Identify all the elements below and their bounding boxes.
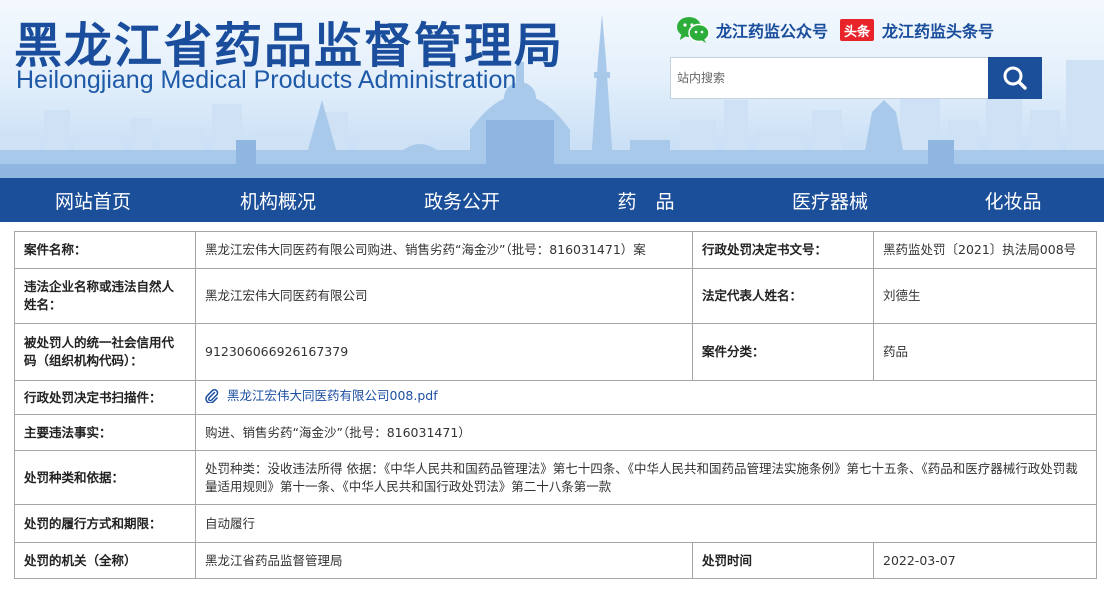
wechat-icon[interactable] [676, 16, 710, 44]
authority-value: 黑龙江省药品监督管理局 [195, 542, 693, 579]
nav-item-medical-devices[interactable]: 医疗器械 [738, 178, 922, 222]
header-banner: 黑龙江省药品监督管理局 Heilongjiang Medical Product… [0, 0, 1104, 178]
category-value: 药品 [873, 323, 1097, 381]
site-search [670, 57, 1042, 99]
social-links: 龙江药监公众号 头条 龙江药监头条号 [676, 14, 1006, 46]
credit-code-value: 912306066926167379 [195, 323, 693, 381]
search-icon [1003, 66, 1027, 90]
case-name-value: 黑龙江宏伟大同医药有限公司购进、销售劣药“海金沙”（批号：816031471）案 [195, 231, 693, 269]
decision-no-label: 行政处罚决定书文号： [692, 231, 874, 269]
legal-rep-value: 刘德生 [873, 268, 1097, 324]
toutiao-account-link[interactable]: 龙江药监头条号 [882, 18, 994, 42]
facts-value: 购进、销售劣药“海金沙”（批号：816031471） [195, 414, 1097, 451]
case-name-label: 案件名称： [14, 231, 196, 269]
penalty-time-value: 2022-03-07 [873, 542, 1097, 579]
table-row: 处罚的履行方式和期限： 自动履行 [14, 504, 1097, 543]
legal-rep-label: 法定代表人姓名： [692, 268, 874, 324]
table-row: 违法企业名称或违法自然人姓名： 黑龙江宏伟大同医药有限公司 法定代表人姓名： 刘… [14, 268, 1097, 324]
table-row: 主要违法事实： 购进、销售劣药“海金沙”（批号：816031471） [14, 414, 1097, 451]
search-input[interactable] [670, 57, 988, 99]
fulfillment-label: 处罚的履行方式和期限： [14, 504, 196, 543]
nav-item-gov-affairs[interactable]: 政务公开 [370, 178, 554, 222]
penalty-basis-value: 处罚种类：没收违法所得 依据：《中华人民共和国药品管理法》第七十四条、《中华人民… [195, 450, 1097, 505]
site-title-en: Heilongjiang Medical Products Administra… [16, 66, 517, 94]
authority-label: 处罚的机关（全称） [14, 542, 196, 579]
attachment-label: 行政处罚决定书扫描件： [14, 380, 196, 415]
company-value: 黑龙江宏伟大同医药有限公司 [195, 268, 693, 324]
facts-label: 主要违法事实： [14, 414, 196, 451]
penalty-basis-label: 处罚种类和依据： [14, 450, 196, 505]
penalty-time-label: 处罚时间 [692, 542, 874, 579]
nav-item-cosmetics[interactable]: 化妆品 [922, 178, 1104, 222]
credit-code-label: 被处罚人的统一社会信用代码（组织机构代码）： [14, 323, 196, 381]
main-nav: 网站首页 机构概况 政务公开 药 品 医疗器械 化妆品 [0, 178, 1104, 222]
table-row: 处罚的机关（全称） 黑龙江省药品监督管理局 处罚时间 2022-03-07 [14, 542, 1097, 579]
table-row: 案件名称： 黑龙江宏伟大同医药有限公司购进、销售劣药“海金沙”（批号：81603… [14, 231, 1097, 269]
nav-item-home[interactable]: 网站首页 [0, 178, 186, 222]
wechat-account-link[interactable]: 龙江药监公众号 [716, 18, 828, 42]
penalty-record: 案件名称： 黑龙江宏伟大同医药有限公司购进、销售劣药“海金沙”（批号：81603… [14, 231, 1097, 579]
category-label: 案件分类： [692, 323, 874, 381]
fulfillment-value: 自动履行 [195, 504, 1097, 543]
search-button[interactable] [988, 57, 1042, 99]
table-row: 行政处罚决定书扫描件： 黑龙江宏伟大同医药有限公司008.pdf [14, 380, 1097, 415]
nav-item-drugs[interactable]: 药 品 [554, 178, 738, 222]
attachment-filename[interactable]: 黑龙江宏伟大同医药有限公司008.pdf [227, 387, 438, 405]
toutiao-icon[interactable]: 头条 [840, 19, 875, 41]
paperclip-icon [205, 389, 219, 403]
attachment-link[interactable]: 黑龙江宏伟大同医药有限公司008.pdf [205, 387, 438, 405]
attachment-cell: 黑龙江宏伟大同医药有限公司008.pdf [195, 380, 1097, 415]
nav-item-about[interactable]: 机构概况 [186, 178, 370, 222]
decision-no-value: 黑药监处罚〔2021〕执法局008号 [873, 231, 1097, 269]
table-row: 被处罚人的统一社会信用代码（组织机构代码）： 91230606692616737… [14, 323, 1097, 381]
table-row: 处罚种类和依据： 处罚种类：没收违法所得 依据：《中华人民共和国药品管理法》第七… [14, 450, 1097, 505]
penalty-record-table: 案件名称： 黑龙江宏伟大同医药有限公司购进、销售劣药“海金沙”（批号：81603… [14, 231, 1097, 579]
company-label: 违法企业名称或违法自然人姓名： [14, 268, 196, 324]
